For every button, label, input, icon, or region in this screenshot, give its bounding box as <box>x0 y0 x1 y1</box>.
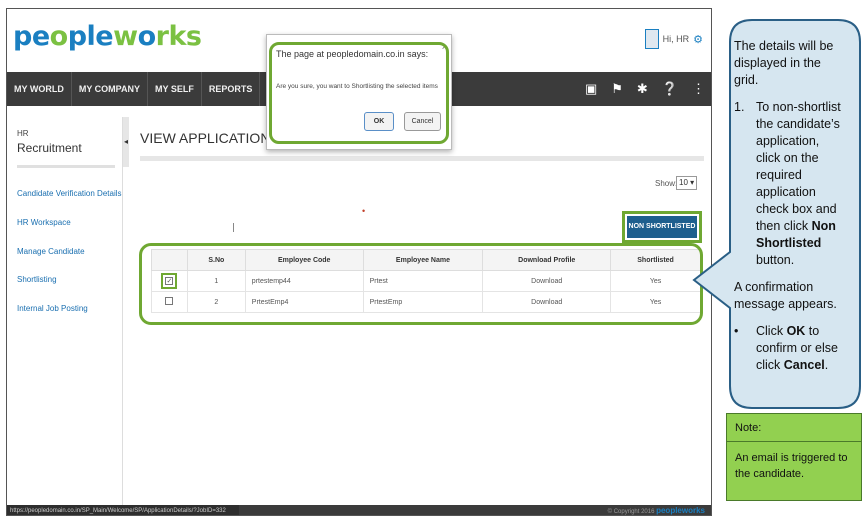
bullet-ok-text: OK <box>786 324 806 338</box>
sidebar-divider <box>17 165 115 168</box>
flag-icon[interactable]: ⚑ <box>611 81 623 97</box>
logo-part: rks <box>155 21 202 52</box>
bullet-marker: • <box>734 324 739 338</box>
sidebar-collapse-toggle[interactable]: ◂ <box>123 117 129 167</box>
title-divider <box>140 156 704 161</box>
dialog-highlight <box>269 42 449 144</box>
nav-my-company[interactable]: MY COMPANY <box>72 72 149 106</box>
step-number: 1. <box>734 100 745 114</box>
tools-icon[interactable]: ✱ <box>637 81 648 97</box>
footer-brand: peopleworks <box>656 506 705 515</box>
callout-intro: The details will be displayed in the gri… <box>734 39 834 87</box>
copyright-text: © Copyright 2016 <box>607 509 655 515</box>
callout-text: The details will be displayed in the gri… <box>734 38 846 384</box>
note-heading: Note: <box>727 414 861 442</box>
grid-highlight <box>139 243 703 325</box>
footer-copyright: © Copyright 2016 peopleworks <box>607 505 705 515</box>
sidebar-item-hr-workspace[interactable]: HR Workspace <box>17 218 71 227</box>
bullet-text-end: . <box>824 358 829 372</box>
avatar[interactable] <box>644 29 659 49</box>
help-icon[interactable]: ❔ <box>662 81 678 97</box>
note-body: An email is triggered to the candidate. <box>735 452 848 480</box>
bullet-text: Click <box>756 324 787 338</box>
logo-part: w <box>113 21 138 52</box>
bullet-cancel-text: Cancel <box>783 358 825 372</box>
instruction-callout: The details will be displayed in the gri… <box>690 18 862 410</box>
sidebar: HR Recruitment Candidate Verification De… <box>11 117 123 505</box>
note-body-wrap: An email is triggered to the candidate. <box>727 442 861 500</box>
callout-confirm: A confirmation message appears. <box>734 280 837 311</box>
non-shortlisted-button[interactable]: NON SHORTLISTED <box>622 211 702 243</box>
red-marker: • <box>362 206 366 216</box>
callout-bullet: • Click OK to confirm or else click Canc… <box>734 323 846 374</box>
sidebar-item-candidate-verification[interactable]: Candidate Verification Details <box>17 189 122 198</box>
note-box: Note: An email is triggered to the candi… <box>726 413 862 501</box>
sidebar-item-manage-candidate[interactable]: Manage Candidate <box>17 247 85 256</box>
peopleworks-logo[interactable]: peopleworks <box>13 21 202 52</box>
nav-my-world[interactable]: MY WORLD <box>7 72 72 106</box>
logo-part: pe <box>13 21 50 52</box>
user-greeting: Hi, HR <box>662 34 690 44</box>
logo-part: o <box>49 21 69 52</box>
nav-reports[interactable]: REPORTS <box>202 72 261 106</box>
sidebar-item-shortlisting[interactable]: Shortlisting <box>17 275 57 284</box>
status-bar-url: https://peopledomain.co.in/SP_Main/Welco… <box>7 505 239 515</box>
sidebar-title: Recruitment <box>17 141 82 155</box>
sidebar-item-internal-job-posting[interactable]: Internal Job Posting <box>17 304 88 313</box>
footer-bar: © Copyright 2016 peopleworks <box>239 505 711 515</box>
book-icon[interactable]: ▣ <box>585 81 597 97</box>
page-title: VIEW APPLICATIONS <box>140 130 280 146</box>
divider-mark <box>233 223 234 232</box>
logo-part: o <box>137 21 157 52</box>
step-text: To non-shortlist the candidate’s applica… <box>756 100 841 233</box>
page-size-label: Show: <box>655 179 678 188</box>
logo-part: ple <box>67 21 114 52</box>
nav-icon-group: ▣ ⚑ ✱ ❔ ⋮ <box>585 72 705 106</box>
nav-my-self[interactable]: MY SELF <box>148 72 202 106</box>
sidebar-section-label: HR <box>17 129 29 138</box>
callout-step: 1. To non-shortlist the candidate’s appl… <box>734 99 846 269</box>
step-text-end: button. <box>756 253 795 267</box>
application-screenshot: peopleworks Hi, HR ⚙ MY WORLD MY COMPANY… <box>6 8 712 516</box>
